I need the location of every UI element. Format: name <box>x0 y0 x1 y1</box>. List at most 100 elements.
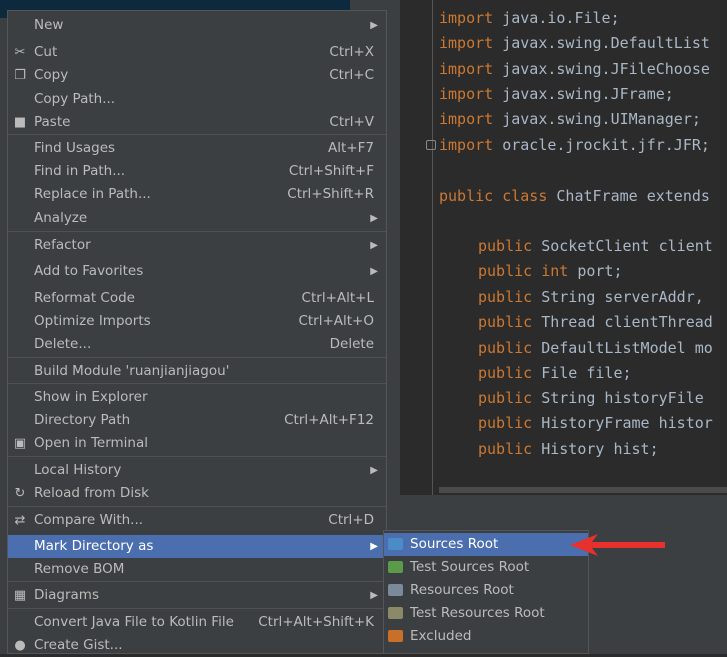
menu-item-label: Convert Java File to Kotlin File <box>34 614 234 630</box>
menu-item-copy-path[interactable]: Copy Path... <box>8 88 386 111</box>
menu-item-show-in-explorer[interactable]: Show in Explorer <box>8 386 386 409</box>
menu-item-new[interactable]: New ▶ <box>8 14 386 37</box>
code-text: Thread clientThread <box>532 313 713 331</box>
menu-item-mark-directory-as[interactable]: Mark Directory as ▶ <box>8 535 386 558</box>
menu-item-shortcut: Ctrl+X <box>329 44 374 60</box>
code-line[interactable]: import oracle.jrockit.jfr.JFR; <box>439 133 710 158</box>
menu-item-label: Cut <box>34 44 58 60</box>
submenu-item-sources-root[interactable]: Sources Root <box>384 533 588 556</box>
menu-item-optimize-imports[interactable]: Optimize Imports Ctrl+Alt+O <box>8 310 386 333</box>
menu-separator <box>8 506 386 507</box>
code-text: javax.swing.JFileChoose <box>493 60 710 78</box>
code-text: History hist; <box>532 440 659 458</box>
menu-item-shortcut: Ctrl+D <box>328 512 374 528</box>
menu-item-refactor[interactable]: Refactor ▶ <box>8 234 386 257</box>
code-line[interactable]: import javax.swing.JFrame; <box>439 82 674 107</box>
code-line[interactable]: import java.io.File; <box>439 6 620 31</box>
menu-item-reformat-code[interactable]: Reformat Code Ctrl+Alt+L <box>8 287 386 310</box>
submenu-arrow-icon: ▶ <box>370 465 378 476</box>
code-text: javax.swing.UIManager; <box>493 110 701 128</box>
submenu-item-test-sources-root[interactable]: Test Sources Root <box>384 556 588 579</box>
menu-separator <box>8 456 386 457</box>
editor-gutter <box>432 0 433 500</box>
code-line[interactable]: public String historyFile <box>478 386 704 411</box>
code-line[interactable]: public File file; <box>478 361 632 386</box>
code-line[interactable]: import javax.swing.DefaultList <box>439 31 710 56</box>
menu-separator <box>8 608 386 609</box>
submenu-arrow-icon: ▶ <box>370 213 378 224</box>
menu-item-build-module-ruanjianjiagou[interactable]: Build Module 'ruanjianjiagou' <box>8 360 386 383</box>
code-keyword: public <box>478 440 533 458</box>
menu-item-compare-with[interactable]: ⇄ Compare With... Ctrl+D <box>8 509 386 532</box>
code-line[interactable]: public DefaultListModel mo <box>478 336 713 361</box>
menu-item-directory-path[interactable]: Directory Path Ctrl+Alt+F12 <box>8 409 386 432</box>
code-line[interactable]: public Thread clientThread <box>478 310 713 335</box>
code-keyword: public <box>478 339 533 357</box>
code-line[interactable]: public History hist; <box>478 437 659 462</box>
menu-item-label: Local History <box>34 462 122 478</box>
editor-horizontal-scrollbar[interactable] <box>439 487 727 493</box>
submenu-arrow-icon: ▶ <box>370 541 378 552</box>
menu-item-diagrams[interactable]: ▦ Diagrams ▶ <box>8 584 386 607</box>
code-line[interactable]: import javax.swing.UIManager; <box>439 107 701 132</box>
folder-icon <box>388 584 403 596</box>
menu-item-label: Find Usages <box>34 140 116 156</box>
menu-item-label: Remove BOM <box>34 561 125 577</box>
submenu-arrow-icon: ▶ <box>370 20 378 31</box>
submenu-item-label: Test Sources Root <box>410 559 530 575</box>
menu-item-label: Paste <box>34 114 71 130</box>
menu-item-analyze[interactable]: Analyze ▶ <box>8 207 386 230</box>
submenu-arrow-icon: ▶ <box>370 266 378 277</box>
code-line[interactable]: import javax.swing.JFileChoose <box>439 57 710 82</box>
menu-item-reload-from-disk[interactable]: ↻ Reload from Disk <box>8 482 386 505</box>
menu-item-label: Copy Path... <box>34 91 116 107</box>
code-line[interactable]: public String serverAddr, <box>478 285 704 310</box>
code-keyword: import <box>439 85 494 103</box>
code-text: DefaultListModel mo <box>532 339 713 357</box>
code-text: oracle.jrockit.jfr.JFR; <box>493 136 710 154</box>
menu-item-find-usages[interactable]: Find Usages Alt+F7 <box>8 137 386 160</box>
menu-separator <box>8 383 386 384</box>
menu-item-label: Refactor <box>34 237 91 253</box>
folder-icon <box>388 561 403 573</box>
menu-item-label: Copy <box>34 67 69 83</box>
code-editor[interactable]: import java.io.File; import javax.swing.D… <box>400 0 727 500</box>
menu-item-label: Analyze <box>34 210 88 226</box>
code-line[interactable]: public int port; <box>478 259 623 284</box>
code-line[interactable]: public HistoryFrame histor <box>478 411 713 436</box>
paste-icon: ■ <box>13 115 27 130</box>
menu-item-label: Add to Favorites <box>34 263 144 279</box>
menu-item-label: Mark Directory as <box>34 538 154 554</box>
code-line[interactable]: public class ChatFrame extends <box>439 184 710 209</box>
code-text: javax.swing.JFrame; <box>493 85 674 103</box>
code-keyword: import <box>439 136 494 154</box>
code-keyword: public int <box>478 262 569 280</box>
diagram-icon: ▦ <box>13 588 27 603</box>
fold-icon[interactable] <box>426 140 436 150</box>
submenu-item-resources-root[interactable]: Resources Root <box>384 579 588 602</box>
menu-item-local-history[interactable]: Local History ▶ <box>8 459 386 482</box>
menu-item-label: Diagrams <box>34 587 99 603</box>
code-keyword: import <box>439 60 494 78</box>
annotation-arrow-icon <box>570 534 665 556</box>
menu-item-copy[interactable]: ❐ Copy Ctrl+C <box>8 64 386 87</box>
code-line[interactable]: public SocketClient client <box>478 234 713 259</box>
menu-item-open-in-terminal[interactable]: ▣ Open in Terminal <box>8 432 386 455</box>
menu-item-find-in-path[interactable]: Find in Path... Ctrl+Shift+F <box>8 160 386 183</box>
code-text: port; <box>568 262 623 280</box>
menu-item-label: Directory Path <box>34 412 131 428</box>
menu-item-add-to-favorites[interactable]: Add to Favorites ▶ <box>8 260 386 283</box>
menu-separator <box>8 231 386 232</box>
menu-item-cut[interactable]: ✂ Cut Ctrl+X <box>8 41 386 64</box>
submenu-item-label: Excluded <box>410 628 472 644</box>
menu-item-convert-java-file-to-kotlin-file[interactable]: Convert Java File to Kotlin File Ctrl+Alt… <box>8 611 386 634</box>
submenu-item-test-resources-root[interactable]: Test Resources Root <box>384 602 588 625</box>
submenu-item-excluded[interactable]: Excluded <box>384 625 588 648</box>
menu-item-label: New <box>34 17 64 33</box>
menu-item-label: Build Module 'ruanjianjiagou' <box>34 363 230 379</box>
menu-item-replace-in-path[interactable]: Replace in Path... Ctrl+Shift+R <box>8 183 386 206</box>
menu-item-delete[interactable]: Delete... Delete <box>8 333 386 356</box>
code-text: javax.swing.DefaultList <box>493 34 710 52</box>
menu-item-remove-bom[interactable]: Remove BOM <box>8 558 386 581</box>
menu-item-paste[interactable]: ■ Paste Ctrl+V <box>8 111 386 134</box>
